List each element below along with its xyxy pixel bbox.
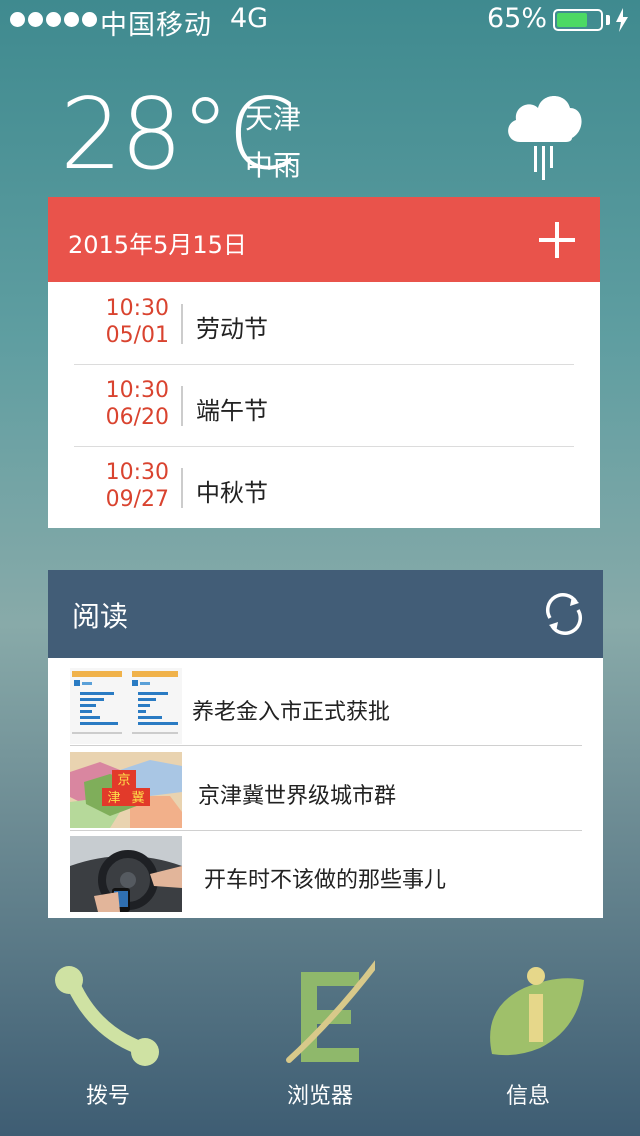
divider	[70, 745, 582, 746]
event-time: 10:30 09/27	[105, 460, 169, 512]
event-name: 端午节	[196, 397, 268, 425]
event-time: 10:30 05/01	[105, 296, 169, 348]
reading-list: 养老金入市正式获批 京 津 冀 京津冀世界级城市群 开车时不该做的那些事儿	[48, 658, 603, 918]
calendar-event-row[interactable]: 10:30 09/27 中秋节	[74, 446, 574, 528]
car-interior-thumbnail	[70, 836, 182, 912]
network-type: 4G	[230, 3, 269, 34]
event-divider	[181, 386, 183, 426]
refresh-icon[interactable]	[542, 592, 586, 636]
signal-strength-icon	[10, 12, 97, 27]
dock-messages[interactable]	[458, 958, 598, 1072]
phone-icon	[55, 966, 159, 1066]
calendar-event-list: 10:30 05/01 劳动节 10:30 06/20 端午节 10:30 09/27…	[48, 282, 600, 528]
charging-bolt-icon	[616, 8, 628, 32]
divider	[70, 830, 582, 831]
news-title: 京津冀世界级城市群	[198, 784, 397, 809]
news-item[interactable]: 养老金入市正式获批	[70, 668, 582, 748]
weather-condition: 中雨	[245, 149, 302, 182]
dock-phone[interactable]	[38, 958, 178, 1072]
map-thumbnail: 京 津 冀	[70, 752, 182, 828]
carrier-name: 中国移动	[100, 10, 212, 41]
event-divider	[181, 304, 183, 344]
map-label: 京	[117, 773, 130, 788]
chart-thumbnail	[70, 668, 182, 744]
battery-percent: 65%	[487, 3, 548, 34]
news-item[interactable]: 京 津 冀 京津冀世界级城市群	[70, 752, 582, 832]
dock-label-messages: 信息	[505, 1084, 550, 1109]
map-label: 津	[107, 791, 120, 806]
city-name: 天津	[245, 102, 302, 135]
calendar-date: 2015年5月15日	[68, 231, 247, 259]
news-title: 养老金入市正式获批	[192, 700, 391, 725]
map-label: 冀	[131, 790, 144, 806]
dock-browser[interactable]	[250, 957, 390, 1072]
plus-icon[interactable]	[535, 218, 579, 262]
event-time: 10:30 06/20	[105, 378, 169, 430]
event-name: 中秋节	[196, 479, 268, 507]
browser-icon	[286, 957, 382, 1063]
news-item[interactable]: 开车时不该做的那些事儿	[70, 836, 582, 916]
battery-cap	[606, 15, 610, 25]
status-bar: 中国移动 4G 65%	[0, 0, 640, 41]
event-divider	[181, 468, 183, 508]
event-name: 劳动节	[196, 315, 268, 343]
rain-cloud-icon[interactable]	[500, 90, 586, 182]
battery-icon	[553, 9, 603, 31]
dock-label-phone: 拨号	[85, 1084, 130, 1109]
dock-label-browser: 浏览器	[286, 1084, 353, 1109]
reading-header	[48, 570, 603, 658]
info-leaf-icon	[490, 967, 584, 1056]
calendar-event-row[interactable]: 10:30 06/20 端午节	[74, 364, 574, 446]
reading-title: 阅读	[72, 600, 129, 633]
calendar-event-row[interactable]: 10:30 05/01 劳动节	[74, 282, 574, 364]
news-title: 开车时不该做的那些事儿	[204, 868, 447, 893]
